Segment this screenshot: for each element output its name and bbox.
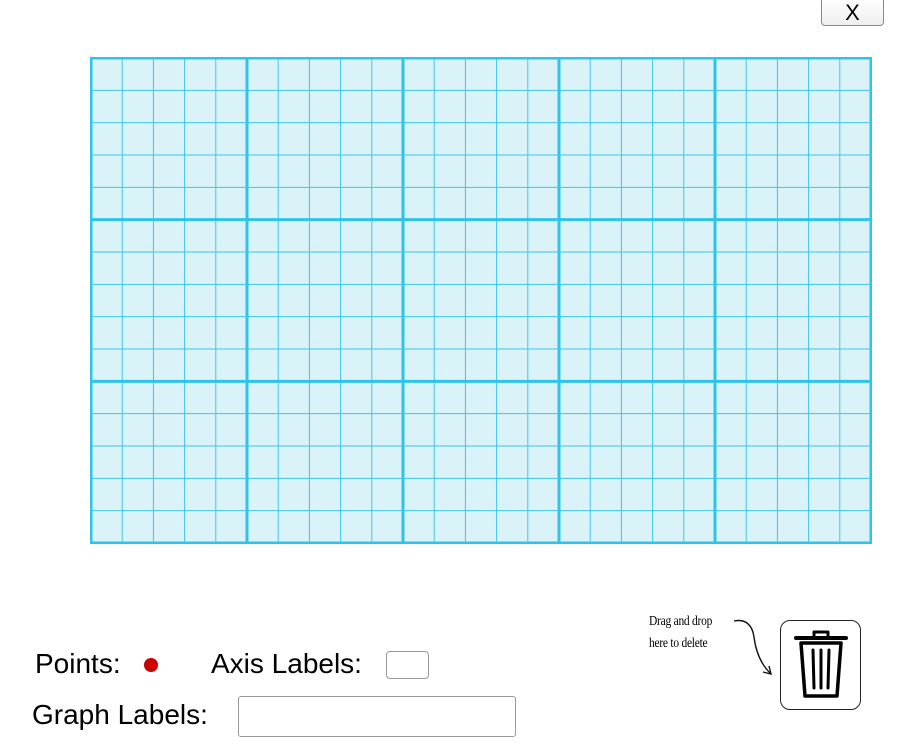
delete-hint-line-2: here to delete: [649, 636, 708, 651]
trash-drop-zone[interactable]: [780, 620, 861, 710]
delete-hint: Drag and drop here to delete: [649, 611, 712, 655]
graph-labels-label: Graph Labels:: [32, 699, 208, 730]
axis-labels-tool[interactable]: [386, 651, 429, 679]
axis-labels-label: Axis Labels:: [211, 648, 362, 679]
graph-paper-grid[interactable]: [90, 57, 872, 544]
trash-can-icon: [793, 630, 848, 698]
curved-arrow-icon: [733, 619, 772, 675]
points-label: Points:: [35, 648, 121, 679]
close-button[interactable]: X: [821, 0, 884, 26]
graph-paper-background: [90, 57, 872, 544]
graph-labels-input[interactable]: [238, 696, 516, 737]
delete-hint-line-1: Drag and drop: [649, 614, 713, 629]
graph-paper[interactable]: [90, 57, 872, 544]
point-marker-tool[interactable]: [144, 658, 158, 672]
